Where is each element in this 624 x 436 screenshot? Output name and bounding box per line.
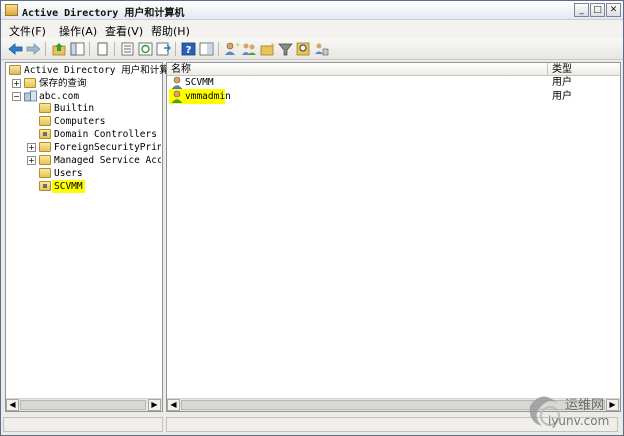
folder-icon bbox=[39, 142, 51, 152]
new-user-icon[interactable]: * bbox=[223, 41, 240, 57]
svg-text:*: * bbox=[271, 42, 275, 50]
close-button[interactable]: ✕ bbox=[606, 3, 621, 17]
new-group-icon[interactable] bbox=[241, 41, 258, 57]
expand-saved-queries[interactable]: + bbox=[12, 79, 21, 88]
toolbar-separator bbox=[45, 42, 46, 56]
copy-icon[interactable] bbox=[94, 41, 111, 57]
user-icon bbox=[171, 76, 183, 89]
status-cell bbox=[3, 417, 163, 432]
find-icon[interactable] bbox=[295, 41, 312, 57]
menu-bar: 文件(F) 操作(A) 查看(V) 帮助(H) bbox=[1, 20, 623, 38]
app-icon bbox=[5, 4, 18, 16]
domain-icon bbox=[24, 90, 37, 102]
toolbar-separator bbox=[89, 42, 90, 56]
menu-view[interactable]: 查看(V) bbox=[105, 23, 143, 39]
back-arrow-icon[interactable] bbox=[7, 41, 24, 57]
ad-console-icon bbox=[9, 65, 21, 75]
up-level-icon[interactable] bbox=[51, 41, 68, 57]
list-item[interactable]: SCVMM 用户 bbox=[169, 76, 620, 90]
toolbar-separator bbox=[114, 42, 115, 56]
folder-icon bbox=[39, 103, 51, 113]
scroll-left-button[interactable]: ◀ bbox=[6, 399, 19, 411]
folder-icon bbox=[39, 155, 51, 165]
action-pane-icon[interactable] bbox=[198, 41, 215, 57]
column-name[interactable]: 名称 bbox=[167, 63, 547, 76]
title-bar[interactable]: Active Directory 用户和计算机 _ □ ✕ bbox=[1, 1, 623, 20]
scroll-left-button[interactable]: ◀ bbox=[167, 399, 180, 411]
list-pane[interactable]: 名称 类型 SCVMM 用户 vmmadmin 用户 ◀ ▶ bbox=[166, 62, 621, 412]
properties-icon[interactable] bbox=[119, 41, 136, 57]
folder-icon bbox=[24, 78, 36, 88]
maximize-button[interactable]: □ bbox=[590, 3, 605, 17]
menu-help[interactable]: 帮助(H) bbox=[151, 23, 190, 39]
ou-folder-icon bbox=[39, 181, 51, 191]
toolbar-separator bbox=[218, 42, 219, 56]
folder-icon bbox=[39, 168, 51, 178]
tree-horizontal-scrollbar[interactable]: ◀ ▶ bbox=[6, 398, 162, 411]
list-header: 名称 类型 bbox=[167, 63, 620, 76]
forward-arrow-icon[interactable] bbox=[25, 41, 42, 57]
tree-item-managed-service[interactable]: Managed Service Accounts bbox=[39, 154, 161, 167]
ou-folder-icon bbox=[39, 129, 51, 139]
tree-root[interactable]: Active Directory 用户和计算机 bbox=[9, 64, 178, 77]
collapse-domain[interactable]: − bbox=[12, 92, 21, 101]
new-ou-icon[interactable]: * bbox=[259, 41, 276, 57]
menu-action[interactable]: 操作(A) bbox=[59, 23, 97, 39]
add-to-group-icon[interactable] bbox=[313, 41, 330, 57]
help-icon[interactable]: ? bbox=[180, 41, 197, 57]
tree-item-foreign-security[interactable]: ForeignSecurityPrincipals bbox=[39, 141, 161, 154]
toolbar-separator bbox=[175, 42, 176, 56]
menu-file[interactable]: 文件(F) bbox=[9, 23, 46, 39]
minimize-button[interactable]: _ bbox=[574, 3, 589, 17]
watermark-url: iyunv.com bbox=[548, 414, 610, 428]
toolbar: ? * * bbox=[1, 38, 623, 60]
watermark-text: 运维网 bbox=[565, 398, 605, 413]
scroll-thumb[interactable] bbox=[20, 400, 146, 410]
column-type[interactable]: 类型 bbox=[548, 63, 618, 76]
show-hide-tree-icon[interactable] bbox=[69, 41, 86, 57]
tree-pane[interactable]: Active Directory 用户和计算机 + 保存的查询 − abc.co… bbox=[5, 62, 178, 412]
user-icon bbox=[171, 90, 183, 103]
scroll-right-button[interactable]: ▶ bbox=[148, 399, 161, 411]
svg-text:*: * bbox=[236, 42, 240, 50]
window: Active Directory 用户和计算机 _ □ ✕ 文件(F) 操作(A… bbox=[0, 0, 624, 436]
window-title: Active Directory 用户和计算机 bbox=[22, 8, 185, 19]
svg-text:?: ? bbox=[186, 45, 192, 56]
filter-icon[interactable] bbox=[277, 41, 294, 57]
expand-foreign-security[interactable]: + bbox=[27, 143, 36, 152]
expand-managed-service[interactable]: + bbox=[27, 156, 36, 165]
folder-icon bbox=[39, 116, 51, 126]
export-list-icon[interactable] bbox=[155, 41, 172, 57]
refresh-icon[interactable] bbox=[137, 41, 154, 57]
list-item[interactable]: vmmadmin 用户 bbox=[169, 89, 620, 104]
